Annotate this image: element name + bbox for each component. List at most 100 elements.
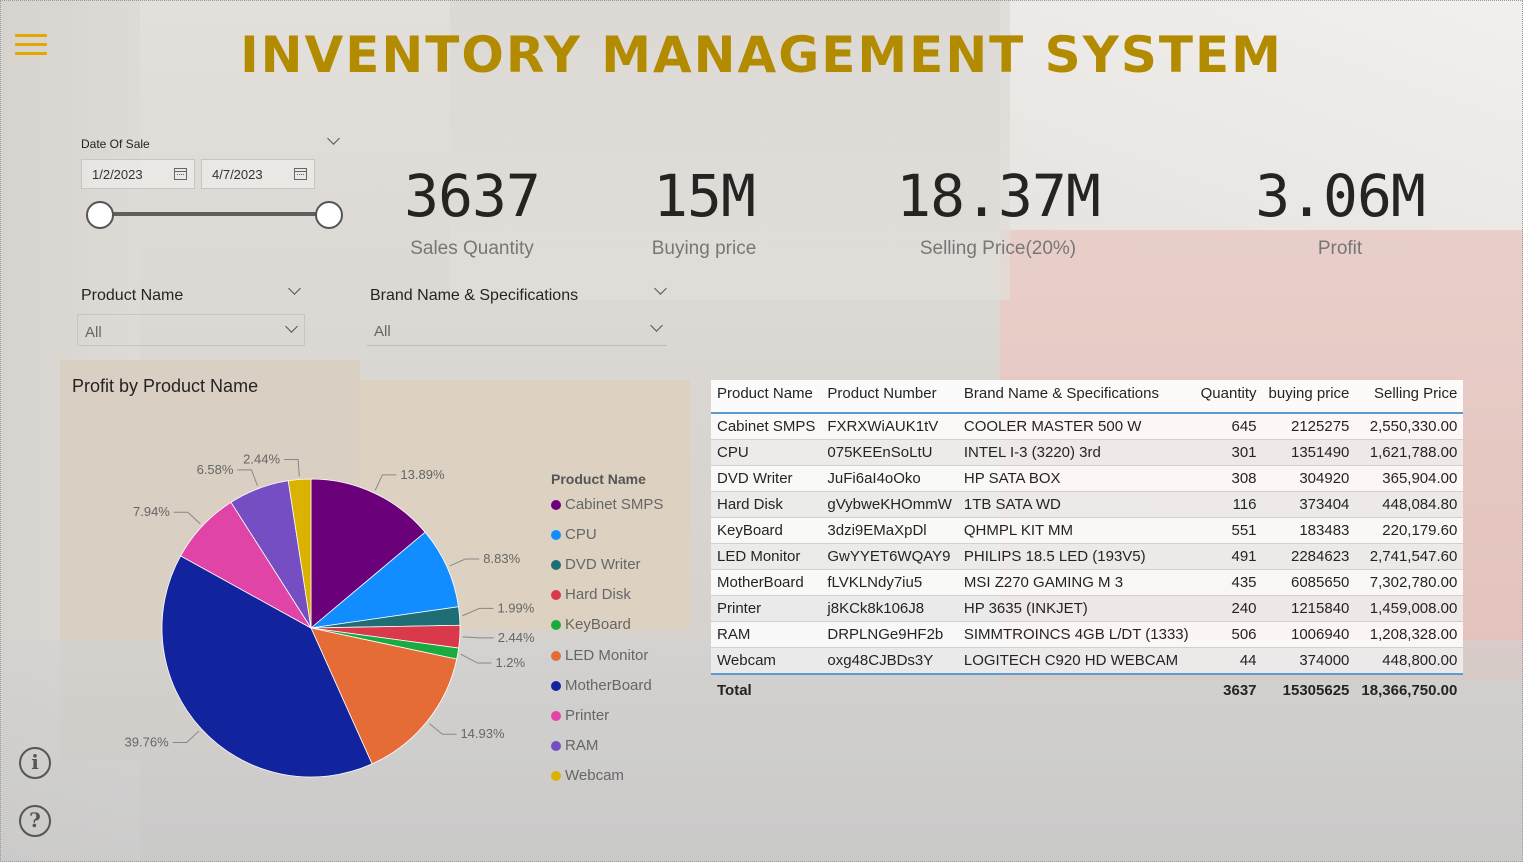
legend-label: Cabinet SMPS [565,496,664,513]
column-header[interactable]: Selling Price [1355,380,1464,413]
pie-data-label: 2.44% [243,451,280,466]
pie-data-label: 6.58% [197,462,234,477]
table-cell: Hard Disk [717,496,783,513]
table-cell: 551 [1231,522,1257,539]
table-row[interactable]: CPU 075KEEnSoLtU INTEL I-3 (3220) 3rd 301 13… [711,439,1464,466]
table-cell [958,674,1195,703]
kpi-selling-price-value: 18.37M [896,162,1101,230]
legend-item[interactable]: Printer [551,707,609,725]
table-row[interactable]: Cabinet SMPS FXRXWiAUK1tV COOLER MASTER 50… [711,413,1464,440]
legend-label: MotherBoard [565,676,652,694]
legend-color-dot [551,710,561,721]
info-icon[interactable]: i [19,747,51,779]
table-cell: DVD Writer [717,470,793,487]
legend-item[interactable]: Cabinet SMPS [551,496,663,514]
table-cell: JuFi6aI4oOko [827,470,921,487]
table-row[interactable]: RAM DRPLNGe9HF2b SIMMTROINCS 4GB L/DT (133… [711,621,1464,648]
table-cell: 220,179.60 [1382,522,1458,539]
help-icon[interactable]: ? [19,805,51,837]
legend-color-dot [551,740,561,751]
table-row[interactable]: DVD Writer JuFi6aI4oOko HP SATA BOX 308 3049… [711,465,1464,492]
pie-data-label: 1.99% [497,600,534,615]
start-date-input[interactable]: 1/2/2023 [81,159,195,189]
table-cell: 1,459,008.00 [1369,600,1458,617]
table-cell: 116 [1232,496,1257,513]
table-cell [821,674,957,703]
column-header[interactable]: buying price [1262,380,1356,413]
table-row[interactable]: KeyBoard 3dzi9EMaXpDl QHMPL KIT MM 551 18348… [711,517,1464,544]
kpi-profit-label: Profit [1317,238,1363,259]
legend-item[interactable]: Hard Disk [551,586,631,604]
table-cell: MotherBoard [717,574,804,591]
legend-color-dot [551,650,561,661]
calendar-icon[interactable] [294,168,307,180]
legend-item[interactable]: LED Monitor [551,647,648,665]
table-cell: 1215840 [1291,600,1350,617]
table-cell: 1006940 [1291,626,1350,643]
table-cell: MSI Z270 GAMING M 3 [963,574,1124,591]
table-cell: COOLER MASTER 500 W [963,418,1142,435]
pie-leader-line [462,607,494,617]
pie-data-label: 8.83% [483,551,520,566]
table-cell: 2125275 [1291,418,1350,435]
chevron-down-icon[interactable] [285,320,298,333]
table-row[interactable]: Webcam oxg48CJBDs3Y LOGITECH C920 HD WEBCA… [711,647,1464,674]
table-cell: 301 [1231,444,1257,461]
column-header[interactable]: Quantity [1194,380,1263,413]
table-cell: 308 [1231,470,1257,487]
kpi-profit-value: 3.06M [1255,162,1426,230]
legend-item[interactable]: KeyBoard [551,616,631,634]
kpi-selling-price-label: Selling Price(20%) [919,238,1077,259]
table-row[interactable]: Hard Disk gVybweKHOmmW 1TB SATA WD 116 37340… [711,491,1464,518]
table-cell: 2284623 [1291,548,1350,565]
legend-label: CPU [565,526,597,544]
legend-label: LED Monitor [565,646,649,664]
pie-leader-line [460,653,492,664]
brand-dropdown[interactable]: All [367,314,667,346]
column-header[interactable]: Brand Name & Specifications [957,380,1195,413]
pie-data-label: 14.93% [460,726,505,741]
chevron-down-icon[interactable] [650,319,663,332]
table-row[interactable]: Printer j8KCk8k106J8 HP 3635 (INKJET) 240 12… [711,595,1464,622]
column-header[interactable]: Product Number [821,380,958,413]
date-range-track[interactable] [100,212,329,216]
end-date-value: 4/7/2023 [212,167,263,182]
legend-item[interactable]: RAM [551,737,598,755]
table-cell: 365,904.00 [1382,470,1458,487]
product-dropdown-value: All [85,324,102,341]
table-cell: 373404 [1299,496,1350,513]
legend-item[interactable]: Webcam [551,767,624,785]
table-row[interactable]: MotherBoard fLVKLNdy7iu5 MSI Z270 GAMING M… [711,569,1464,596]
legend-item[interactable]: CPU [551,526,597,544]
table-cell: 435 [1231,574,1257,591]
table-cell: Printer [717,600,762,617]
legend-item[interactable]: DVD Writer [551,556,641,574]
legend-label: Hard Disk [565,586,631,604]
start-date-value: 1/2/2023 [92,167,143,182]
legend-color-dot [551,530,561,541]
calendar-icon[interactable] [174,168,187,180]
table-cell: GwYYET6WQAY9 [827,548,951,565]
table-cell: oxg48CJBDs3Y [827,652,934,669]
table-row[interactable]: LED Monitor GwYYET6WQAY9 PHILIPS 18.5 LED … [711,543,1464,570]
column-header[interactable]: Product Name [711,380,822,413]
pie-leader-line [172,730,200,743]
legend-item[interactable]: MotherBoard [551,677,652,695]
table-cell: 1,208,328.00 [1369,626,1458,643]
product-slicer-label: Product Name [81,287,184,304]
table-cell: 075KEEnSoLtU [827,444,933,461]
table-cell: 18,366,750.00 [1361,682,1458,699]
table-cell: FXRXWiAUK1tV [827,418,939,435]
table-cell: fLVKLNdy7iu5 [827,574,923,591]
table-cell: 183483 [1299,522,1350,539]
product-name-dropdown[interactable]: All [77,314,305,346]
profit-pie-chart: 13.89% 8.83% 1.99% 2.44% 1.2% 14.93% 39.76% 7.9… [125,451,535,778]
pie-data-label: 7.94% [133,504,170,519]
legend-label: KeyBoard [565,616,631,634]
legend-label: Printer [565,706,610,724]
end-date-input[interactable]: 4/7/2023 [201,159,315,189]
table-cell: HP SATA BOX [963,470,1061,487]
date-range-start-handle[interactable] [86,201,114,229]
table-cell: DRPLNGe9HF2b [827,626,944,643]
brand-slicer-label: Brand Name & Specifications [370,287,579,304]
